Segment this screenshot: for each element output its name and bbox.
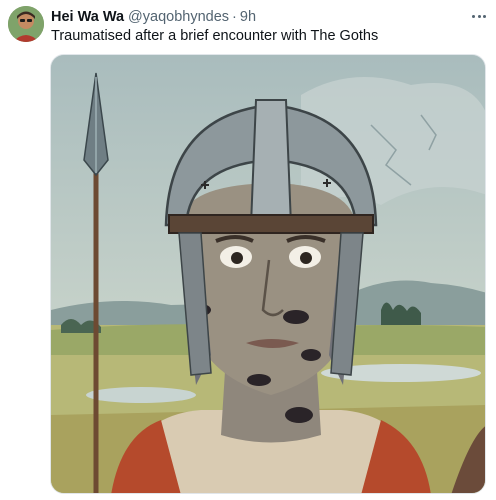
author-display-name[interactable]: Hei Wa Wa <box>51 7 124 27</box>
separator-dot: · <box>232 9 237 25</box>
more-horizontal-icon <box>477 14 481 18</box>
more-horizontal-icon <box>472 14 476 18</box>
tweet-header: Hei Wa Wa @yaqobhyndes · 9h <box>51 7 256 27</box>
author-handle[interactable]: @yaqobhyndes <box>128 7 229 27</box>
more-button[interactable] <box>468 7 490 25</box>
user-avatar-icon <box>8 6 44 42</box>
tweet[interactable]: Hei Wa Wa @yaqobhyndes · 9h Traumatised … <box>0 0 496 500</box>
avatar[interactable] <box>8 6 44 42</box>
more-horizontal-icon <box>482 14 486 18</box>
tweet-media-image[interactable] <box>50 54 486 494</box>
tweet-text: Traumatised after a brief encounter with… <box>51 28 379 44</box>
tweet-timestamp[interactable]: 9h <box>240 7 256 27</box>
soldier-illustration <box>51 55 485 493</box>
